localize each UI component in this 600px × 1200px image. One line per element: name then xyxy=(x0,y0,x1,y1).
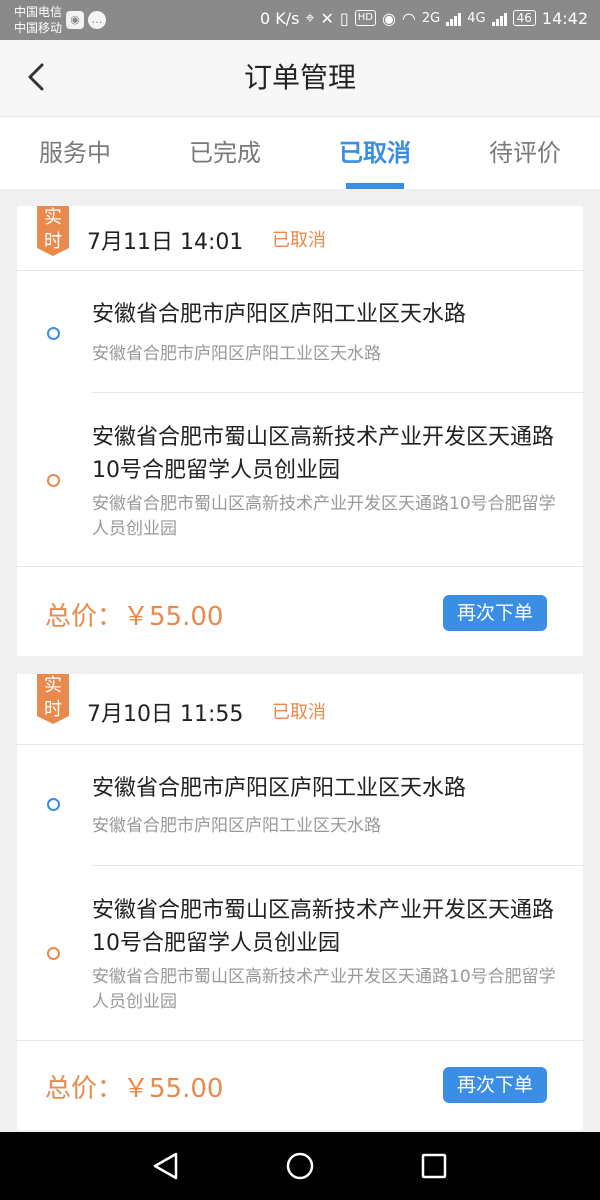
realtime-badge: 实 时 xyxy=(37,674,69,724)
signal-icon-2 xyxy=(491,10,507,26)
tab-pending-review[interactable]: 待评价 xyxy=(450,117,600,189)
badge-char-2: 时 xyxy=(44,231,62,252)
location-icon: ⌖ xyxy=(305,8,315,27)
start-address: 安徽省合肥市庐阳区庐阳工业区天水路 xyxy=(92,302,467,327)
order-status: 已取消 xyxy=(272,230,326,251)
page-title: 订单管理 xyxy=(243,61,356,94)
end-address: 安徽省合肥市蜀山区高新技术产业开发区天通路10号合肥留学人员创业园 xyxy=(92,425,555,483)
reorder-button[interactable]: 再次下单 xyxy=(443,595,547,631)
start-point-icon xyxy=(47,798,60,811)
end-address: 安徽省合肥市蜀山区高新技术产业开发区天通路10号合肥留学人员创业园 xyxy=(92,898,555,956)
badge-char-1: 实 xyxy=(44,207,62,228)
status-right: 0 K/s ⌖ ✕ ▯ HD ◉ ◠ 2G 4G 46 14:42 xyxy=(260,8,588,28)
end-point-icon xyxy=(47,474,60,487)
realtime-badge: 实 时 xyxy=(37,206,69,256)
network-2g: 2G xyxy=(421,10,441,26)
order-status: 已取消 xyxy=(272,702,326,723)
reorder-button[interactable]: 再次下单 xyxy=(443,1067,547,1103)
mute-icon: ✕ xyxy=(320,8,334,28)
network-speed: 0 K/s xyxy=(260,8,300,28)
start-point-icon xyxy=(47,327,60,340)
order-card[interactable]: 实 时 7月10日 11:55 已取消 安徽省合肥市庐阳区庐阳工业区天水路 安徽… xyxy=(17,674,583,1130)
tab-in-service[interactable]: 服务中 xyxy=(0,117,150,189)
order-tabs: 服务中 已完成 已取消 待评价 xyxy=(0,117,600,189)
tab-completed[interactable]: 已完成 xyxy=(150,117,300,189)
wifi-icon: ◠ xyxy=(401,8,416,28)
start-address: 安徽省合肥市庐阳区庐阳工业区天水路 xyxy=(92,776,467,801)
divider xyxy=(17,1040,583,1041)
vibrate-icon: ▯ xyxy=(339,8,349,28)
order-header: 实 时 7月10日 11:55 已取消 xyxy=(17,674,583,745)
order-header: 实 时 7月11日 14:01 已取消 xyxy=(17,206,583,271)
divider xyxy=(17,566,583,567)
home-icon[interactable] xyxy=(284,1150,316,1182)
recent-apps-icon[interactable] xyxy=(418,1150,450,1182)
order-datetime: 7月10日 11:55 xyxy=(87,702,244,727)
eye-icon: ◉ xyxy=(381,8,396,28)
clock: 14:42 xyxy=(541,8,588,28)
total-price: 总价：￥55.00 xyxy=(45,1074,224,1104)
app-header: 订单管理 xyxy=(0,40,600,117)
start-address-detail: 安徽省合肥市庐阳区庐阳工业区天水路 xyxy=(92,344,381,364)
notification-icons: ◉ … xyxy=(66,11,106,29)
tab-cancelled[interactable]: 已取消 xyxy=(300,117,450,189)
hd-icon: HD xyxy=(354,10,376,26)
back-arrow-icon[interactable] xyxy=(22,62,52,92)
status-bar: 中国电信 中国移动 ◉ … 0 K/s ⌖ ✕ ▯ HD ◉ ◠ 2G 4G 4… xyxy=(0,0,600,40)
total-price: 总价：￥55.00 xyxy=(45,602,224,632)
network-4g: 4G xyxy=(467,10,486,26)
end-address-detail: 安徽省合肥市蜀山区高新技术产业开发区天通路10号合肥留学人员创业园 xyxy=(92,967,556,1012)
back-icon[interactable] xyxy=(150,1150,182,1182)
carrier-1: 中国电信 xyxy=(14,5,63,19)
app-notification-icon: ◉ xyxy=(66,11,84,29)
badge-char-1: 实 xyxy=(44,675,62,696)
message-icon: … xyxy=(88,11,106,29)
carrier-info: 中国电信 中国移动 xyxy=(14,4,62,36)
system-nav-bar xyxy=(0,1132,600,1200)
end-point-icon xyxy=(47,947,60,960)
divider xyxy=(92,865,583,866)
carrier-2: 中国移动 xyxy=(14,21,63,35)
badge-char-2: 时 xyxy=(44,699,62,720)
start-address-detail: 安徽省合肥市庐阳区庐阳工业区天水路 xyxy=(92,816,381,836)
order-datetime: 7月11日 14:01 xyxy=(87,230,244,255)
battery-icon: 46 xyxy=(512,10,536,26)
divider xyxy=(92,392,583,393)
order-card[interactable]: 实 时 7月11日 14:01 已取消 安徽省合肥市庐阳区庐阳工业区天水路 安徽… xyxy=(17,206,583,656)
signal-icon xyxy=(446,10,462,26)
end-address-detail: 安徽省合肥市蜀山区高新技术产业开发区天通路10号合肥留学人员创业园 xyxy=(92,494,556,539)
